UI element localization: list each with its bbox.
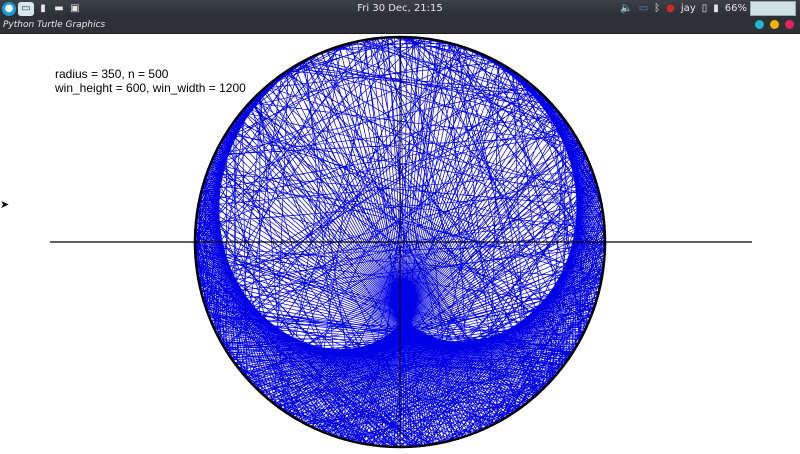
clipboard-icon[interactable]: ▯ xyxy=(702,3,708,14)
battery-icon[interactable]: ▮ xyxy=(713,3,719,14)
terminal-icon[interactable]: ▣ xyxy=(68,2,82,16)
system-tray: 🔈 ▭ ᛒ ● jay ▯ ▮ 66% xyxy=(617,0,800,17)
battery-level: 66% xyxy=(724,3,747,14)
menu-icon[interactable]: ● xyxy=(2,1,16,16)
window-icon[interactable]: ▭ xyxy=(18,1,34,16)
volume-icon[interactable]: 🔈 xyxy=(620,3,632,14)
top-panel: ● ▭ ▮ ▬ ▣ Fri 30 Dec, 21:15 🔈 ▭ ᛒ ● jay … xyxy=(0,0,800,17)
turtle-drawing xyxy=(50,35,752,449)
user-name[interactable]: jay xyxy=(681,3,696,14)
terminal-small-icon[interactable]: ▮ xyxy=(36,2,50,16)
folder-icon[interactable]: ▬ xyxy=(52,2,66,16)
bluetooth-icon[interactable]: ᛒ xyxy=(654,3,660,14)
info-line-1: radius = 350, n = 500 xyxy=(55,67,169,81)
minimize-button[interactable] xyxy=(755,20,764,29)
mouse-cursor-icon: ➤ xyxy=(0,198,10,211)
workspace-thumbnail[interactable] xyxy=(750,1,796,16)
info-line-2: win_height = 600, win_width = 1200 xyxy=(55,81,246,95)
info-text: radius = 350, n = 500 win_height = 600, … xyxy=(55,67,246,95)
network-icon[interactable]: ▭ xyxy=(639,3,648,14)
window-titlebar[interactable]: Python Turtle Graphics xyxy=(0,17,800,34)
maximize-button[interactable] xyxy=(770,20,779,29)
user-avatar-icon[interactable]: ● xyxy=(666,3,675,14)
window-title: Python Turtle Graphics xyxy=(3,20,106,30)
close-button[interactable] xyxy=(785,20,794,29)
turtle-canvas[interactable] xyxy=(0,34,800,450)
